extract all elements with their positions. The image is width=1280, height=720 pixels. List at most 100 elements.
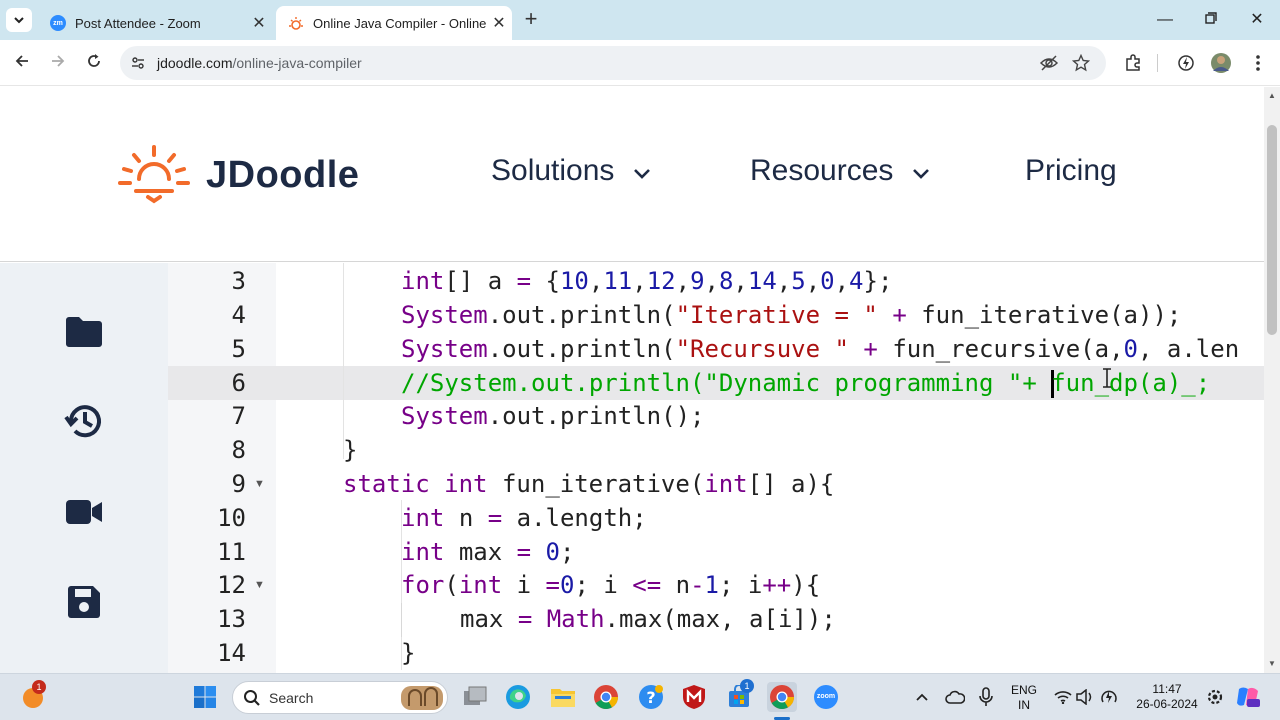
edge-icon [506,685,530,709]
close-icon[interactable]: ✕ [246,13,272,33]
tab-title: Online Java Compiler - Online I [313,15,486,31]
widgets-button[interactable]: 1 [18,680,48,712]
chevron-down-icon [913,169,930,179]
reload-icon [88,54,100,67]
url-domain: jdoodle.com [157,55,233,71]
tab-search-button[interactable] [6,8,32,32]
fold-arrow-icon[interactable]: ▼ [254,467,266,501]
folder-icon[interactable] [64,312,104,352]
tab-strip: zm Post Attendee - Zoom ✕ Online Java Co… [0,0,1280,40]
language-indicator[interactable]: ENG IN [1006,683,1042,713]
nav-resources[interactable]: Resources [750,154,931,188]
logo-text: JDoodle [206,153,360,196]
arrow-left-icon [15,55,28,67]
tab-jdoodle[interactable]: Online Java Compiler - Online I ✕ [276,6,512,40]
copilot-icon [1237,687,1260,707]
jdoodle-icon [289,17,303,30]
chevron-down-icon [634,169,651,179]
close-window-button[interactable]: ✕ [1234,6,1280,34]
chrome-icon [770,685,794,710]
line-number: 3 [231,267,246,295]
eye-off-icon[interactable] [1039,54,1059,72]
url-text[interactable]: jdoodle.com/online-java-compiler [157,55,362,71]
clock[interactable]: 11:47 26-06-2024 [1130,682,1204,712]
edge-button[interactable] [503,682,533,712]
scroll-up-icon[interactable]: ▲ [1267,91,1277,100]
help-button[interactable]: ? [636,682,666,712]
indent-guide [343,263,344,459]
store-badge: 1 [740,679,754,693]
windows-logo-icon [194,686,216,708]
zoom-app-button[interactable]: zoom [811,682,841,712]
line-number: 13 [217,605,246,633]
jdoodle-logo[interactable]: JDoodle [118,145,359,205]
line-number: 7 [231,402,246,430]
menu-icon[interactable] [1247,52,1269,74]
help-icon: ? [639,685,663,709]
notification-center-button[interactable] [1200,682,1230,712]
tab-zoom[interactable]: zm Post Attendee - Zoom ✕ [38,6,272,40]
file-explorer-button[interactable] [548,682,578,712]
chevron-up-icon [916,693,928,701]
url-path: /online-java-compiler [232,55,362,71]
zoom-icon: zm [50,15,66,31]
scroll-thumb[interactable] [1267,125,1277,335]
restore-icon [1205,12,1217,24]
jdoodle-sun-icon [118,145,190,204]
close-icon[interactable]: ✕ [486,13,512,33]
battery-button[interactable] [1094,682,1124,712]
copilot-button[interactable] [1233,682,1263,712]
onedrive-button[interactable] [940,682,970,712]
fold-arrow-icon[interactable]: ▼ [254,568,266,602]
line-number: 9 [231,470,246,498]
nav-pricing[interactable]: Pricing [1025,154,1117,188]
minimize-button[interactable]: — [1142,6,1188,34]
microphone-button[interactable] [971,682,1001,712]
video-icon[interactable] [64,492,104,532]
windows-taskbar: 1 Search ? 1 zoom ENG IN 11:47 26-06-202… [0,673,1280,720]
browser-toolbar: jdoodle.com/online-java-compiler [0,40,1280,86]
chrome-active-button[interactable] [767,682,797,712]
profile-avatar[interactable] [1210,52,1232,74]
store-button[interactable]: 1 [724,679,754,712]
new-tab-button[interactable]: + [518,8,544,32]
cloud-icon [945,690,965,704]
line-number: 8 [231,436,246,464]
start-button[interactable] [190,682,220,712]
ibeam-cursor-icon [1103,368,1111,388]
forward-button[interactable] [45,50,71,76]
search-icon [244,689,260,706]
speaker-icon [1076,689,1092,705]
performance-icon[interactable] [1175,52,1197,74]
taskbar-search[interactable]: Search [232,681,448,714]
task-view-button[interactable] [460,682,490,712]
active-line-highlight [168,366,1264,400]
save-icon[interactable] [64,582,104,622]
history-icon[interactable] [64,401,104,441]
chrome-icon [594,685,618,710]
nav-label: Solutions [491,154,615,187]
nav-label: Pricing [1025,154,1117,187]
mcafee-button[interactable] [679,682,709,712]
site-settings-icon[interactable] [130,55,146,71]
restore-button[interactable] [1188,6,1234,34]
clock-date: 26-06-2024 [1136,697,1198,711]
reload-button[interactable] [81,50,107,76]
line-number: 12 [217,571,246,599]
chevron-down-icon [14,17,24,24]
scroll-down-icon[interactable]: ▼ [1267,659,1277,668]
page-scrollbar[interactable]: ▲ ▼ [1264,87,1280,673]
extensions-icon[interactable] [1122,52,1144,74]
show-hidden-icons[interactable] [907,682,937,712]
star-icon[interactable] [1072,54,1090,72]
gear-bell-icon [1207,689,1223,705]
indent-guide [401,500,402,670]
battery-charging-icon [1101,690,1117,703]
chrome-button[interactable] [591,682,621,712]
back-button[interactable] [9,50,35,76]
line-number: 5 [231,335,246,363]
code-editor[interactable] [276,263,1264,683]
nav-solutions[interactable]: Solutions [491,154,652,188]
address-bar[interactable]: jdoodle.com/online-java-compiler [120,46,1106,80]
search-label: Search [269,689,314,706]
